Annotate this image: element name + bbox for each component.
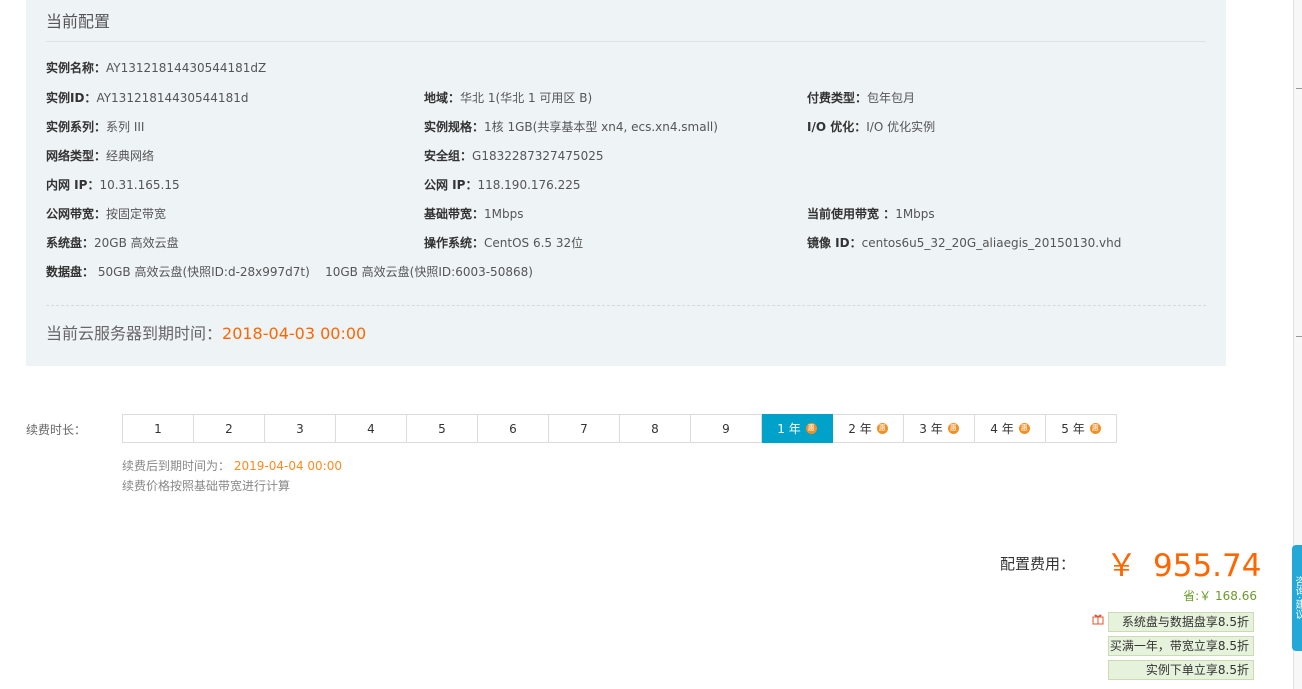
info-private-ip: 内网 IP：10.31.165.15 xyxy=(46,178,180,192)
renew-option-label: 3 年 xyxy=(919,422,943,436)
discount-badge-icon: 惠 xyxy=(876,423,888,434)
renew-option-10[interactable]: 1 年惠 xyxy=(762,414,833,443)
renew-option-14[interactable]: 5 年惠 xyxy=(1046,414,1117,443)
promo-instance-discount: 实例下单立享8.5折 xyxy=(1108,660,1254,680)
promo-disk-discount: 系统盘与数据盘享8.5折 xyxy=(1108,612,1254,632)
renew-option-13[interactable]: 4 年惠 xyxy=(975,414,1046,443)
info-current-bandwidth: 当前使用带宽 ：1Mbps xyxy=(807,207,935,221)
discount-badge-icon: 惠 xyxy=(947,423,959,434)
feedback-tab[interactable]: 咨询·建议 xyxy=(1292,545,1302,651)
info-region: 地域：华北 1(华北 1 可用区 B) xyxy=(424,91,593,105)
info-os: 操作系统：CentOS 6.5 32位 xyxy=(424,236,584,250)
renew-price-note: 续费价格按照基础带宽进行计算 xyxy=(122,479,291,493)
fee-value: 955.74 xyxy=(1153,548,1262,584)
gift-icon xyxy=(1092,614,1104,625)
renew-after-expire: 续费后到期时间为： 2019-04-04 00:00 xyxy=(122,459,342,473)
info-billing-type: 付费类型：包年包月 xyxy=(807,91,916,105)
renew-option-4[interactable]: 4 xyxy=(336,414,407,443)
renew-option-11[interactable]: 2 年惠 xyxy=(833,414,904,443)
info-network-type: 网络类型：经典网络 xyxy=(46,149,155,163)
info-instance-spec: 实例规格：1核 1GB(共享基本型 xn4, ecs.xn4.small) xyxy=(424,120,718,134)
discount-badge-icon: 惠 xyxy=(805,423,817,434)
info-instance-name: 实例名称：AY13121814430544181dZ xyxy=(46,61,267,75)
renew-option-label: 4 xyxy=(367,421,375,436)
info-system-disk: 系统盘：20GB 高效云盘 xyxy=(46,236,179,250)
discount-badge-icon: 惠 xyxy=(1018,423,1030,434)
scroll-mark xyxy=(1296,336,1302,337)
renew-option-label: 1 年 xyxy=(777,422,801,436)
promo-bandwidth-discount: 买满一年，带宽立享8.5折 xyxy=(1108,636,1254,656)
renew-option-1[interactable]: 1 xyxy=(123,414,194,443)
currency-symbol: ￥ xyxy=(1106,548,1137,584)
expire-time: 当前云服务器到期时间：2018-04-03 00:00 xyxy=(46,320,366,344)
renew-option-6[interactable]: 6 xyxy=(478,414,549,443)
renew-option-label: 1 xyxy=(154,421,162,436)
renew-option-label: 2 xyxy=(225,421,233,436)
renew-option-label: 9 xyxy=(722,421,730,436)
renew-option-label: 2 年 xyxy=(848,422,872,436)
renew-option-3[interactable]: 3 xyxy=(265,414,336,443)
info-instance-series: 实例系列：系列 III xyxy=(46,120,145,134)
info-base-bandwidth: 基础带宽：1Mbps xyxy=(424,207,524,221)
renew-duration-label: 续费时长： xyxy=(26,423,87,437)
fee-label: 配置费用： xyxy=(1000,555,1076,573)
current-config-panel: 当前配置 实例名称：AY13121814430544181dZ 实例ID：AY1… xyxy=(26,0,1226,366)
renew-duration-selector: 1234567891 年惠2 年惠3 年惠4 年惠5 年惠 xyxy=(122,414,1117,443)
renew-option-label: 4 年 xyxy=(990,422,1014,436)
renew-option-label: 3 xyxy=(296,421,304,436)
info-security-group: 安全组：G1832287327475025 xyxy=(424,149,604,163)
info-io-optimized: I/O 优化：I/O 优化实例 xyxy=(807,120,936,134)
info-data-disk: 数据盘： 50GB 高效云盘(快照ID:d-28x997d7t) 10GB 高效… xyxy=(46,265,533,279)
renew-option-9[interactable]: 9 xyxy=(691,414,762,443)
savings-text: 省:￥ 168.66 xyxy=(1183,589,1257,603)
renew-after-date: 2019-04-04 00:00 xyxy=(233,459,342,473)
renew-option-5[interactable]: 5 xyxy=(407,414,478,443)
expire-label: 当前云服务器到期时间： xyxy=(46,324,223,343)
info-public-ip: 公网 IP：118.190.176.225 xyxy=(424,178,581,192)
scroll-mark xyxy=(1296,88,1302,89)
renew-option-label: 5 xyxy=(438,421,446,436)
discount-badge-icon: 惠 xyxy=(1089,423,1101,434)
info-image-id: 镜像 ID：centos6u5_32_20G_aliaegis_20150130… xyxy=(807,236,1122,250)
title-divider xyxy=(46,41,1206,42)
renew-option-label: 8 xyxy=(651,421,659,436)
section-divider xyxy=(46,305,1206,306)
renew-option-12[interactable]: 3 年惠 xyxy=(904,414,975,443)
renew-option-label: 5 年 xyxy=(1061,422,1085,436)
expire-date: 2018-04-03 00:00 xyxy=(222,324,367,343)
fee-amount: ￥ 955.74 xyxy=(1106,540,1261,585)
renew-option-8[interactable]: 8 xyxy=(620,414,691,443)
config-title: 当前配置 xyxy=(46,12,111,31)
renew-option-2[interactable]: 2 xyxy=(194,414,265,443)
renew-option-label: 7 xyxy=(580,421,588,436)
renew-option-7[interactable]: 7 xyxy=(549,414,620,443)
info-instance-id: 实例ID：AY13121814430544181d xyxy=(46,91,249,105)
info-public-bandwidth: 公网带宽：按固定带宽 xyxy=(46,207,167,221)
renew-option-label: 6 xyxy=(509,421,517,436)
